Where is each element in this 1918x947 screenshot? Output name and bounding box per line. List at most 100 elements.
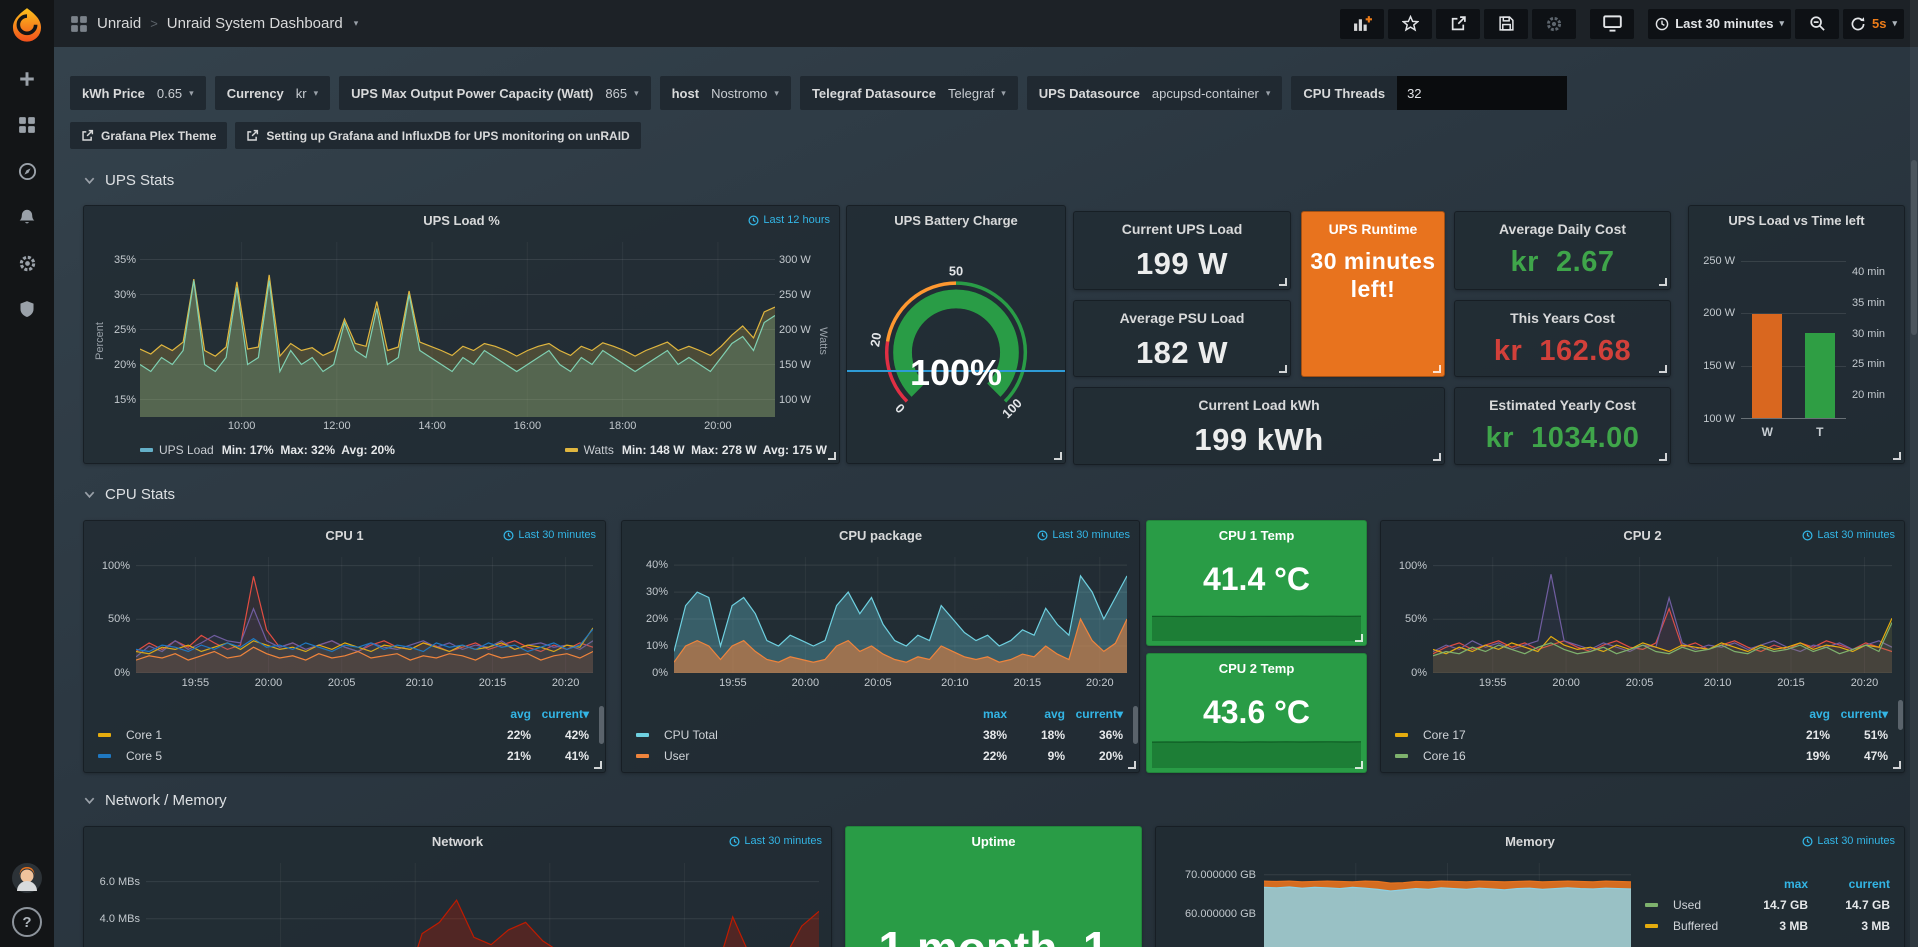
legend-scrollbar[interactable] xyxy=(1898,700,1903,730)
alerting-bell-icon[interactable] xyxy=(0,194,54,240)
resize-handle[interactable] xyxy=(1279,278,1287,286)
legend-sort-header[interactable]: current xyxy=(1808,877,1890,891)
panel-title[interactable]: Current UPS Load xyxy=(1074,221,1290,237)
panel-time-override[interactable]: Last 30 minutes xyxy=(1802,835,1895,847)
save-button[interactable] xyxy=(1484,9,1528,39)
zoom-out-button[interactable] xyxy=(1795,9,1839,39)
panel-title[interactable]: UPS Battery Charge xyxy=(847,213,1065,228)
chart-plot-area[interactable] xyxy=(146,863,819,947)
breadcrumb-page-title[interactable]: Unraid System Dashboard xyxy=(167,15,343,32)
chart-plot-area[interactable] xyxy=(1264,863,1631,947)
cycle-view-mode-button[interactable] xyxy=(1590,9,1634,39)
variable-value-dropdown[interactable]: apcupsd-container▾ xyxy=(1152,86,1271,101)
user-avatar[interactable] xyxy=(12,863,42,893)
resize-handle[interactable] xyxy=(1659,278,1667,286)
variable-value-dropdown[interactable]: Nostromo▾ xyxy=(711,86,779,101)
explore-compass-icon[interactable] xyxy=(0,148,54,194)
legend-sort-header[interactable]: avg xyxy=(473,707,531,721)
time-range-picker[interactable]: Last 30 minutes ▾ xyxy=(1648,9,1791,39)
resize-handle[interactable] xyxy=(1054,452,1062,460)
legend-sort-header[interactable]: avg xyxy=(1007,707,1065,721)
variable-value-dropdown[interactable]: 865▾ xyxy=(605,86,638,101)
server-admin-shield-icon[interactable] xyxy=(0,286,54,332)
panel-time-override[interactable]: Last 30 minutes xyxy=(729,835,822,847)
resize-handle[interactable] xyxy=(594,761,602,769)
link-grafana-plex-theme[interactable]: Grafana Plex Theme xyxy=(70,122,227,149)
panel-title[interactable]: Uptime xyxy=(846,834,1141,849)
breadcrumb-app[interactable]: Unraid xyxy=(97,15,141,32)
panel-title[interactable]: UPS Runtime xyxy=(1302,221,1444,237)
add-panel-button[interactable] xyxy=(1340,9,1384,39)
legend-scrollbar[interactable] xyxy=(599,706,604,744)
panel-title[interactable]: Average Daily Cost xyxy=(1455,221,1670,237)
panel-title[interactable]: Current Load kWh xyxy=(1074,397,1444,413)
bar-T[interactable] xyxy=(1805,333,1835,418)
legend-item-watts[interactable]: Watts Min: 148 W Max: 278 W Avg: 175 W xyxy=(565,443,827,457)
resize-handle[interactable] xyxy=(1659,453,1667,461)
legend-row[interactable]: User22%9%20% xyxy=(636,745,1123,766)
resize-handle[interactable] xyxy=(1893,452,1901,460)
breadcrumb-caret-icon[interactable]: ▾ xyxy=(354,18,359,29)
chart-plot-area[interactable] xyxy=(140,242,775,417)
panel-title[interactable]: CPU 2 Temp xyxy=(1147,661,1366,676)
variable-value-dropdown[interactable]: kr▾ xyxy=(296,86,318,101)
legend-row[interactable]: CPU Total38%18%36% xyxy=(636,724,1123,745)
chart-plot-area[interactable] xyxy=(136,557,593,673)
section-ups-stats[interactable]: UPS Stats xyxy=(83,172,174,189)
dashboards-icon[interactable] xyxy=(0,102,54,148)
star-button[interactable] xyxy=(1388,9,1432,39)
page-scrollbar[interactable] xyxy=(1910,0,1918,947)
dashboard-grid-icon[interactable] xyxy=(70,15,88,33)
resize-handle[interactable] xyxy=(1659,365,1667,373)
legend-row[interactable]: Core 1721%51% xyxy=(1395,724,1888,745)
legend-scrollbar[interactable] xyxy=(1133,706,1138,744)
section-network-memory[interactable]: Network / Memory xyxy=(83,792,227,809)
resize-handle[interactable] xyxy=(1355,634,1363,642)
panel-title[interactable]: Estimated Yearly Cost xyxy=(1455,397,1670,413)
resize-handle[interactable] xyxy=(1355,761,1363,769)
resize-handle[interactable] xyxy=(1433,453,1441,461)
legend-row[interactable]: Used14.7 GB14.7 GB xyxy=(1645,894,1890,915)
legend-sort-header[interactable]: avg xyxy=(1772,707,1830,721)
legend-sort-header[interactable]: current▾ xyxy=(1065,707,1123,721)
chart-plot-area[interactable] xyxy=(674,557,1127,673)
legend-sort-header[interactable]: max xyxy=(1726,877,1808,891)
scrollbar-thumb[interactable] xyxy=(1911,160,1917,335)
panel-title[interactable]: Network xyxy=(84,834,831,849)
legend-row[interactable]: Core 1619%47% xyxy=(1395,745,1888,766)
refresh-picker[interactable]: 5s ▾ xyxy=(1843,9,1904,39)
grafana-logo-icon[interactable] xyxy=(9,6,45,42)
variable-value-dropdown[interactable]: Telegraf▾ xyxy=(948,86,1006,101)
legend-item-ups-load[interactable]: UPS Load Min: 17% Max: 32% Avg: 20% xyxy=(140,443,395,457)
legend-sort-header[interactable]: current▾ xyxy=(531,707,589,721)
cpu-threads-input[interactable] xyxy=(1397,76,1567,110)
panel-title[interactable]: Average PSU Load xyxy=(1074,310,1290,326)
panel-time-override[interactable]: Last 12 hours xyxy=(748,214,830,226)
panel-title[interactable]: Memory xyxy=(1156,834,1904,849)
bar-W[interactable] xyxy=(1752,314,1782,418)
panel-title[interactable]: UPS Load % xyxy=(84,213,839,228)
variable-value-dropdown[interactable]: 0.65▾ xyxy=(157,86,194,101)
legend-row[interactable]: Buffered3 MB3 MB xyxy=(1645,915,1890,936)
configuration-gear-icon[interactable] xyxy=(0,240,54,286)
panel-title[interactable]: This Years Cost xyxy=(1455,310,1670,326)
share-button[interactable] xyxy=(1436,9,1480,39)
panel-settings-button[interactable] xyxy=(1532,9,1576,39)
panel-time-override[interactable]: Last 30 minutes xyxy=(1037,529,1130,541)
legend-row[interactable]: Core 122%42% xyxy=(98,724,589,745)
panel-title[interactable]: CPU 1 Temp xyxy=(1147,528,1366,543)
resize-handle[interactable] xyxy=(1893,761,1901,769)
resize-handle[interactable] xyxy=(1279,365,1287,373)
create-plus-icon[interactable] xyxy=(0,56,54,102)
resize-handle[interactable] xyxy=(1128,761,1136,769)
chart-plot-area[interactable] xyxy=(1433,557,1892,673)
link-ups-monitoring-guide[interactable]: Setting up Grafana and InfluxDB for UPS … xyxy=(235,122,640,149)
panel-time-override[interactable]: Last 30 minutes xyxy=(503,529,596,541)
help-icon[interactable]: ? xyxy=(12,907,42,937)
legend-row[interactable]: Core 521%41% xyxy=(98,745,589,766)
resize-handle[interactable] xyxy=(1433,365,1441,373)
resize-handle[interactable] xyxy=(828,452,836,460)
panel-time-override[interactable]: Last 30 minutes xyxy=(1802,529,1895,541)
section-cpu-stats[interactable]: CPU Stats xyxy=(83,486,175,503)
legend-sort-header[interactable]: current▾ xyxy=(1830,707,1888,721)
